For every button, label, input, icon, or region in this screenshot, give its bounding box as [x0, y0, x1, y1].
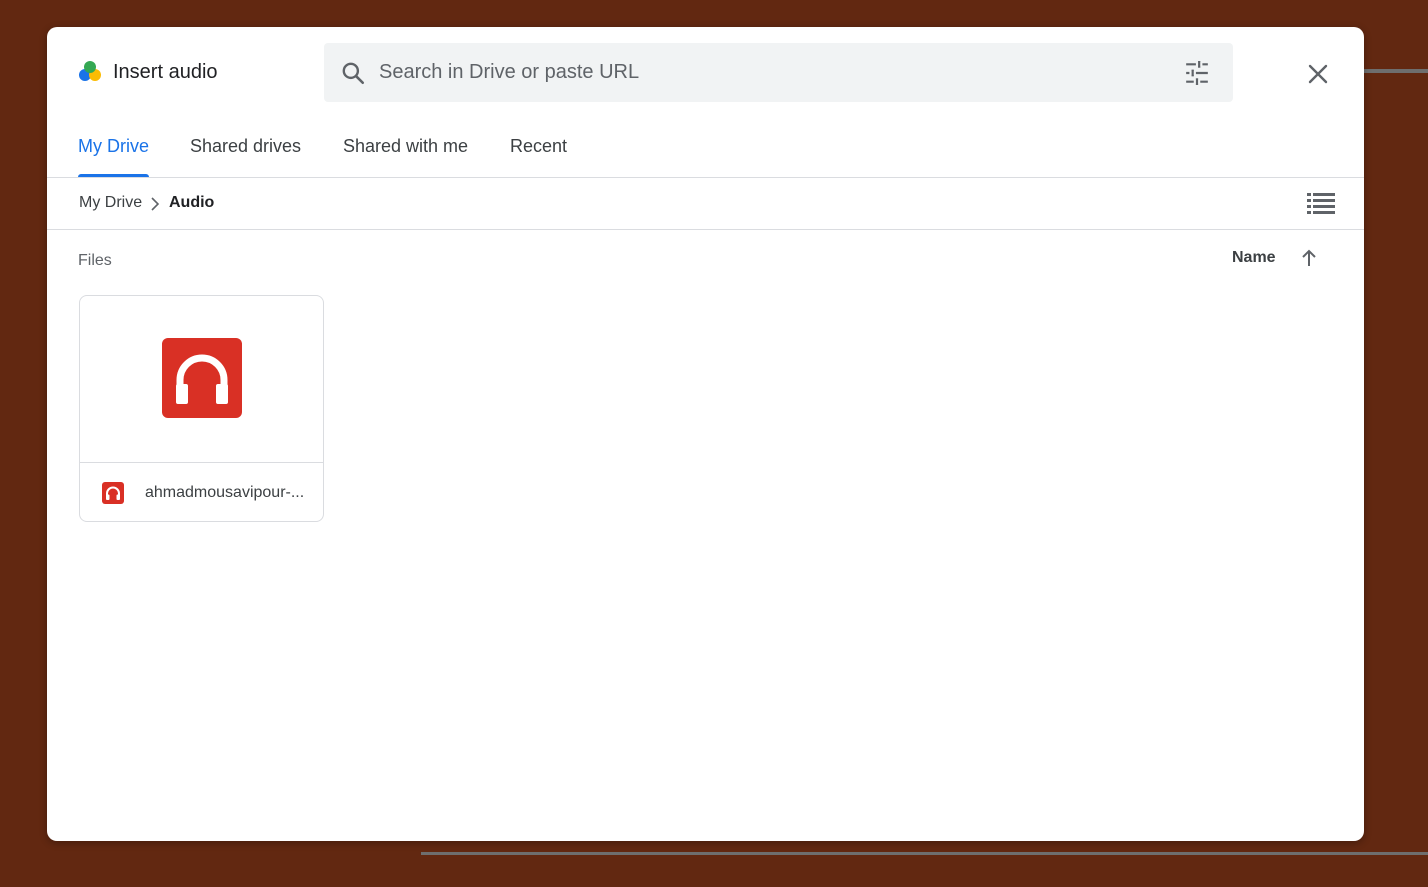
- search-icon[interactable]: [340, 60, 366, 86]
- file-card[interactable]: ahmadmousavipour-...: [79, 295, 324, 522]
- tune-icon[interactable]: [1184, 60, 1210, 86]
- google-drive-icon: [79, 61, 101, 81]
- files-section-label: Files: [78, 252, 112, 269]
- background-line: [1364, 69, 1428, 73]
- audio-file-icon: [102, 482, 124, 504]
- file-name: ahmadmousavipour-...: [145, 484, 305, 501]
- list-view-icon[interactable]: [1307, 191, 1335, 215]
- search-box[interactable]: [324, 43, 1233, 102]
- search-input[interactable]: [379, 43, 1159, 102]
- tab-my-drive[interactable]: My Drive: [78, 117, 149, 177]
- chevron-right-icon: [151, 197, 160, 211]
- close-icon: [1308, 64, 1328, 84]
- insert-audio-dialog: Insert audio Search in Drive or paste UR…: [47, 27, 1364, 841]
- audio-file-icon: [162, 338, 242, 418]
- breadcrumb-my-drive[interactable]: My Drive: [79, 178, 142, 228]
- sort-by-name-button[interactable]: Name: [1232, 249, 1276, 267]
- dialog-title: Insert audio: [113, 61, 218, 83]
- breadcrumb: My Drive Audio: [47, 178, 1364, 230]
- arrow-up-icon[interactable]: [1299, 247, 1319, 269]
- tab-shared-drives[interactable]: Shared drives: [190, 117, 301, 177]
- tab-recent[interactable]: Recent: [510, 117, 567, 177]
- breadcrumb-audio: Audio: [169, 194, 215, 211]
- close-button[interactable]: [1300, 56, 1336, 92]
- dialog-header: Insert audio: [47, 27, 1364, 117]
- tab-shared-with-me[interactable]: Shared with me: [343, 117, 468, 177]
- tab-bar: My Drive Shared drives Shared with me Re…: [47, 117, 1364, 178]
- background-line: [421, 852, 1428, 855]
- file-thumbnail: [80, 296, 323, 463]
